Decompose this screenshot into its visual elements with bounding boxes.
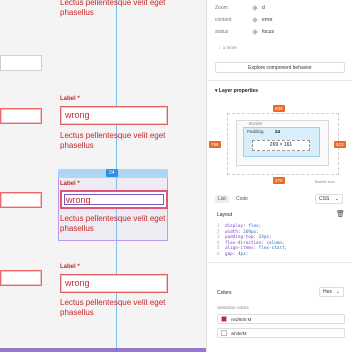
diamond-icon [252,17,258,23]
left-input-3[interactable] [0,192,42,208]
tab-code[interactable]: Code [233,195,251,203]
margin-right-badge[interactable]: 513 [334,141,346,148]
design-canvas[interactable]: Lectus pellentesque velit eget phasellus… [0,0,206,352]
prop-row-zoom[interactable]: Zoom d [215,5,265,11]
layer-properties-label: Layer properties [218,88,259,94]
field-label: Label * [60,264,80,270]
css-code-block[interactable]: 1 display: flex; 2 width: 269px; 3 padding-… [217,224,345,258]
prop-value: focus [262,29,274,35]
color-name: red/600 M [231,316,252,322]
layout-title: Layout [217,212,233,218]
field-label: Label * [60,96,80,102]
field-help-text: Lectus pellentesque velit eget phasellus [60,298,166,318]
chevron-down-icon: ⌄ [335,289,340,295]
border-label: Border [249,121,263,126]
field-help-text: Lectus pellentesque velit eget phasellus [60,0,166,18]
field-label: Label * [60,181,80,187]
left-input-4[interactable] [0,270,42,286]
margin-top-badge[interactable]: 633 [273,105,285,112]
color-row-white[interactable]: white/M [217,328,345,338]
tab-list[interactable]: List [215,195,229,203]
text-input-selected[interactable]: wrong [60,190,168,209]
left-input-1[interactable] [0,55,42,71]
inspector-panel: Zoom d content error status focus ⋮ 1 mo… [206,0,352,352]
chevron-down-icon: ⌄ [334,196,339,202]
field-help-text: Lectus pellentesque velit eget phasellus [60,214,166,234]
code-line: 6 gap: 4px; [217,251,249,257]
color-format-select[interactable]: Hex ⌄ [319,287,344,297]
prop-value: d [262,5,265,11]
prop-key: status [215,29,229,35]
text-input[interactable]: wrong [60,106,168,125]
color-swatch [221,330,227,336]
selection-colors-title: Selection colors [217,305,249,310]
language-select[interactable]: CSS ⌄ [315,194,343,204]
layer-properties-title[interactable]: ▾ Layer properties [215,88,258,94]
prop-key: Zoom [215,5,228,11]
divider [207,80,352,81]
trash-icon[interactable]: 🗑 [336,210,345,218]
margin-left-badge[interactable]: 798 [209,141,221,148]
color-name: white/M [231,330,247,336]
color-format-value: Hex [323,289,332,295]
left-input-2[interactable] [0,108,42,124]
show-more-link[interactable]: ⋮ 1 more [217,45,237,51]
selection-size-badge: 24 [106,169,118,177]
text-input-value: wrong [66,195,91,205]
border-box-label: Border box [315,179,335,184]
divider [207,262,352,263]
explore-component-button[interactable]: Explore component behavior [215,62,345,73]
language-select-value: CSS [319,196,330,202]
colors-title: Colors [217,290,232,296]
diamond-icon [252,29,258,35]
more-label: 1 more [222,45,237,50]
color-row-red[interactable]: red/600 M [217,314,345,324]
color-swatch [221,316,227,322]
canvas-bottom-bar [0,348,206,352]
margin-bottom-badge[interactable]: 270 [273,177,285,184]
padding-label: Padding [247,129,264,134]
prop-row-content[interactable]: content error [215,17,273,23]
content-size: 269 × 161 [252,140,310,151]
field-help-text: Lectus pellentesque velit eget phasellus [60,131,166,151]
diamond-icon [252,5,258,11]
prop-value: error [262,17,273,23]
text-input[interactable]: wrong [60,274,168,293]
padding-value[interactable]: 24 [275,129,280,134]
prop-key: content [215,17,232,23]
prop-row-status[interactable]: status focus [215,29,274,35]
